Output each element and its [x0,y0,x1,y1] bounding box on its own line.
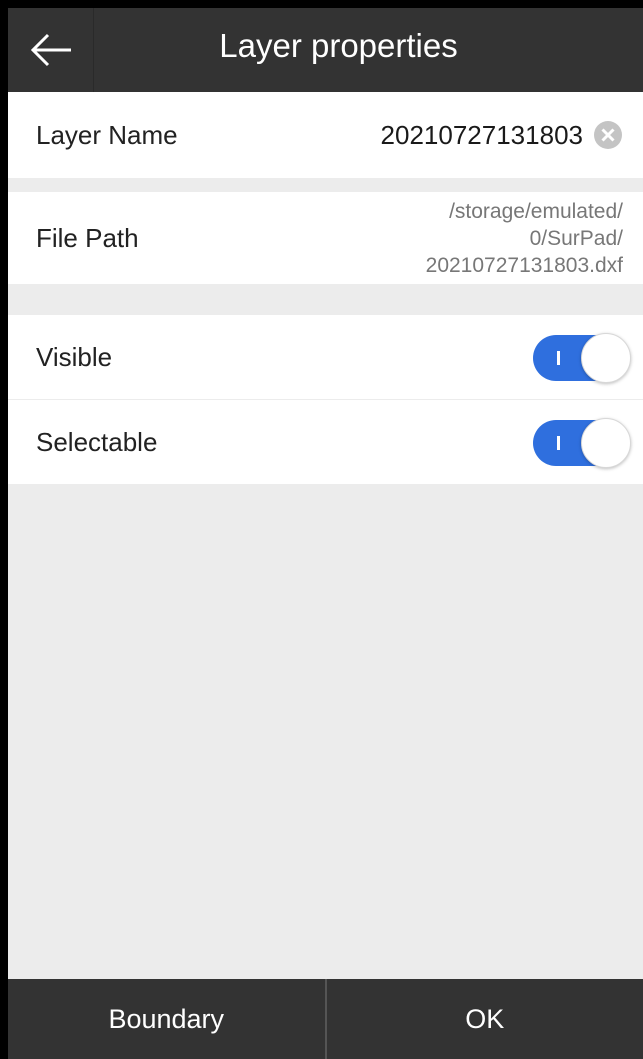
page-title: Layer properties [219,27,458,64]
visible-label: Visible [36,342,113,372]
selectable-row: Selectable [8,400,643,484]
arrow-left-icon [30,33,71,67]
selectable-label: Selectable [36,427,158,457]
toggle-knob [581,333,631,383]
visible-toggle[interactable] [533,333,631,383]
toggle-on-mark [557,436,560,450]
toggle-knob [581,418,631,468]
file-path-line: /storage/emulated/ [449,200,623,223]
ok-button[interactable]: OK [327,979,643,1059]
clear-circle-icon[interactable] [593,120,623,150]
file-path-line: 20210727131803.dxf [425,254,623,277]
layer-name-label: Layer Name [36,120,178,150]
layer-name-row: Layer Name 20210727131803 [8,92,643,178]
back-button[interactable] [8,8,94,92]
footer-bar: Boundary OK [8,979,643,1059]
selectable-toggle[interactable] [533,418,631,468]
file-path-row: File Path /storage/emulated/ 0/SurPad/ 2… [8,192,643,284]
file-path-value: /storage/emulated/ 0/SurPad/ 20210727131… [323,198,623,279]
visible-row: Visible [8,315,643,399]
layer-name-input[interactable]: 20210727131803 [381,92,583,178]
file-path-line: 0/SurPad/ [529,227,623,250]
layer-properties-screen: Layer properties Layer Name 202107271318… [8,8,643,1059]
app-header: Layer properties [8,8,643,92]
boundary-button[interactable]: Boundary [8,979,325,1059]
toggle-on-mark [557,351,560,365]
file-path-label: File Path [36,223,139,253]
